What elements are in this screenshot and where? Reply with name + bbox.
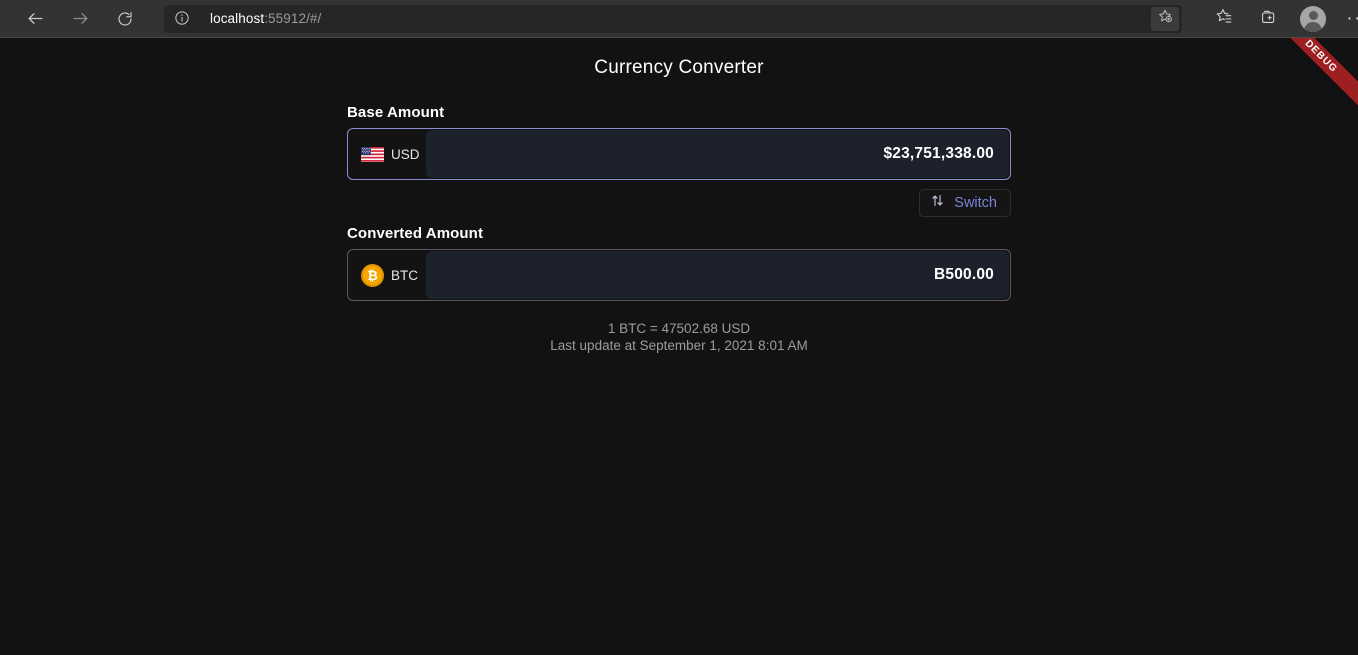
profile-avatar-icon xyxy=(1300,6,1326,32)
address-bar[interactable]: localhost:55912/#/ xyxy=(164,4,1182,33)
switch-row: Switch xyxy=(347,189,1011,217)
base-amount-input[interactable]: $23,751,338.00 xyxy=(426,130,1009,178)
base-amount-value: $23,751,338.00 xyxy=(883,145,994,162)
converted-amount-value: B500.00 xyxy=(933,266,994,283)
bitcoin-coin-icon: ₿ xyxy=(361,263,384,287)
converted-amount-input[interactable]: B500.00 xyxy=(426,251,1009,299)
back-button[interactable] xyxy=(18,4,52,34)
base-currency-selector[interactable]: USD xyxy=(348,129,426,179)
base-amount-row[interactable]: USD $23,751,338.00 xyxy=(347,128,1011,180)
arrow-left-icon xyxy=(26,9,45,28)
collections-button[interactable] xyxy=(1252,4,1284,34)
ellipsis-icon: ··· xyxy=(1346,7,1358,29)
arrow-right-icon xyxy=(71,9,90,28)
switch-button[interactable]: Switch xyxy=(919,189,1011,217)
page-title: Currency Converter xyxy=(594,57,764,78)
address-bar-text: localhost:55912/#/ xyxy=(210,11,321,26)
base-amount-label: Base Amount xyxy=(347,104,445,121)
converted-currency-code: BTC xyxy=(391,267,418,283)
page-content: DEBUG Currency Converter Base Amount USD… xyxy=(0,38,1358,654)
reload-button[interactable] xyxy=(108,4,142,34)
favorites-star-list-icon xyxy=(1215,7,1234,31)
converted-currency-selector[interactable]: ₿ BTC xyxy=(348,250,426,300)
rate-info: 1 BTC = 47502.68 USD Last update at Sept… xyxy=(347,321,1011,354)
switch-button-label: Switch xyxy=(954,195,997,211)
browser-actions: ··· xyxy=(1196,4,1358,34)
last-update-text: Last update at September 1, 2021 8:01 AM xyxy=(550,337,808,353)
info-icon[interactable] xyxy=(174,10,192,28)
bitcoin-symbol: ₿ xyxy=(367,267,378,283)
converted-amount-label: Converted Amount xyxy=(347,225,484,242)
add-favorite-button[interactable] xyxy=(1151,6,1179,31)
browser-toolbar: localhost:55912/#/ ··· xyxy=(0,0,1358,38)
forward-button[interactable] xyxy=(63,4,97,34)
swap-vertical-icon xyxy=(930,193,945,213)
collections-icon xyxy=(1259,7,1278,31)
us-flag-icon xyxy=(361,146,384,162)
favorites-button[interactable] xyxy=(1208,4,1240,34)
exchange-rate-text: 1 BTC = 47502.68 USD xyxy=(607,321,751,336)
star-plus-icon xyxy=(1157,8,1173,29)
url-host: localhost xyxy=(210,11,265,26)
base-currency-code: USD xyxy=(391,146,420,162)
reload-icon xyxy=(116,10,134,28)
profile-button[interactable] xyxy=(1300,5,1326,32)
settings-and-more-button[interactable]: ··· xyxy=(1344,5,1358,33)
currency-converter-form: Base Amount USD $23,751,338.00 Switch Co… xyxy=(347,104,1011,354)
converted-amount-row[interactable]: ₿ BTC B500.00 xyxy=(347,249,1011,301)
url-path: :55912/#/ xyxy=(264,11,322,26)
